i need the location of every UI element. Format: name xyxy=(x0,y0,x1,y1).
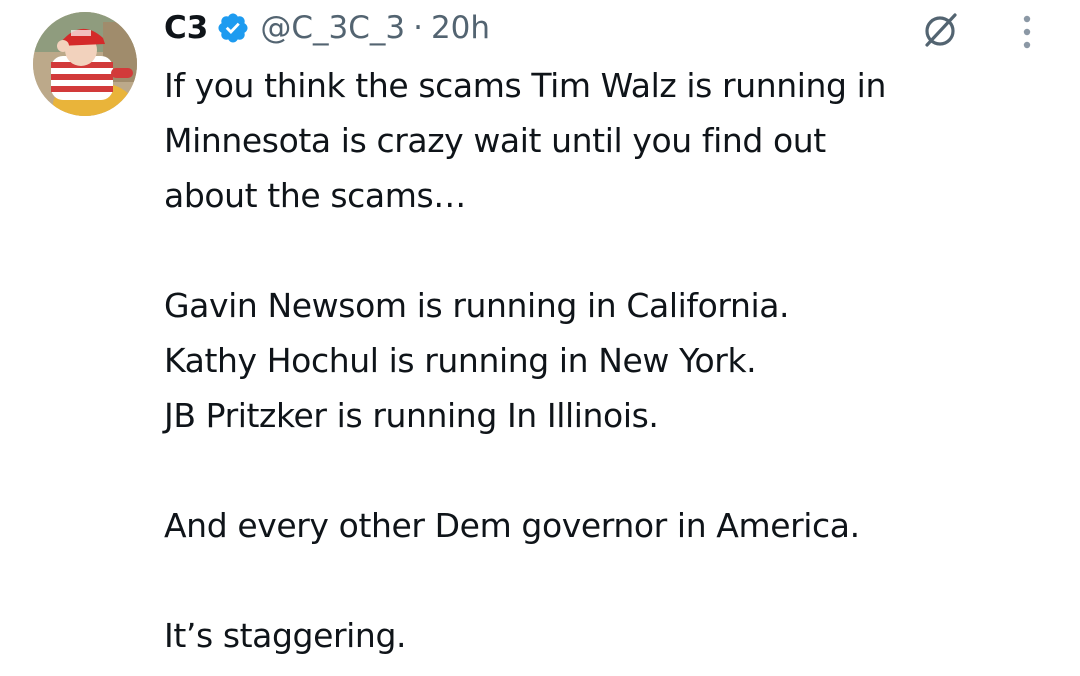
verified-badge-icon xyxy=(216,11,250,45)
tweet-text-line: Minnesota is crazy wait until you find o… xyxy=(164,121,826,160)
more-options-icon[interactable] xyxy=(1012,10,1042,54)
author-display-name[interactable]: C3 xyxy=(164,10,208,46)
tweet-header: C3 @C_3C_3 · 20h xyxy=(164,4,490,52)
tweet-text-line: It’s staggering. xyxy=(164,616,407,655)
tweet-text-line: JB Pritzker is running In Illinois. xyxy=(164,396,659,435)
tweet-text-line: If you think the scams Tim Walz is runni… xyxy=(164,66,886,105)
avatar-photo xyxy=(33,12,137,116)
tweet[interactable]: C3 @C_3C_3 · 20h If you think the scams … xyxy=(0,0,1080,676)
avatar[interactable] xyxy=(33,12,137,116)
tweet-text-line: And every other Dem governor in America. xyxy=(164,506,860,545)
tweet-text-line: Kathy Hochul is running in New York. xyxy=(164,341,757,380)
timestamp[interactable]: 20h xyxy=(431,10,490,46)
tweet-text-line: about the scams… xyxy=(164,176,466,215)
tweet-text-line: Gavin Newsom is running in California. xyxy=(164,286,790,325)
author-handle[interactable]: @C_3C_3 xyxy=(260,10,405,46)
separator-dot: · xyxy=(413,10,423,46)
tweet-text: If you think the scams Tim Walz is runni… xyxy=(164,58,1054,663)
grok-icon[interactable] xyxy=(918,8,962,52)
